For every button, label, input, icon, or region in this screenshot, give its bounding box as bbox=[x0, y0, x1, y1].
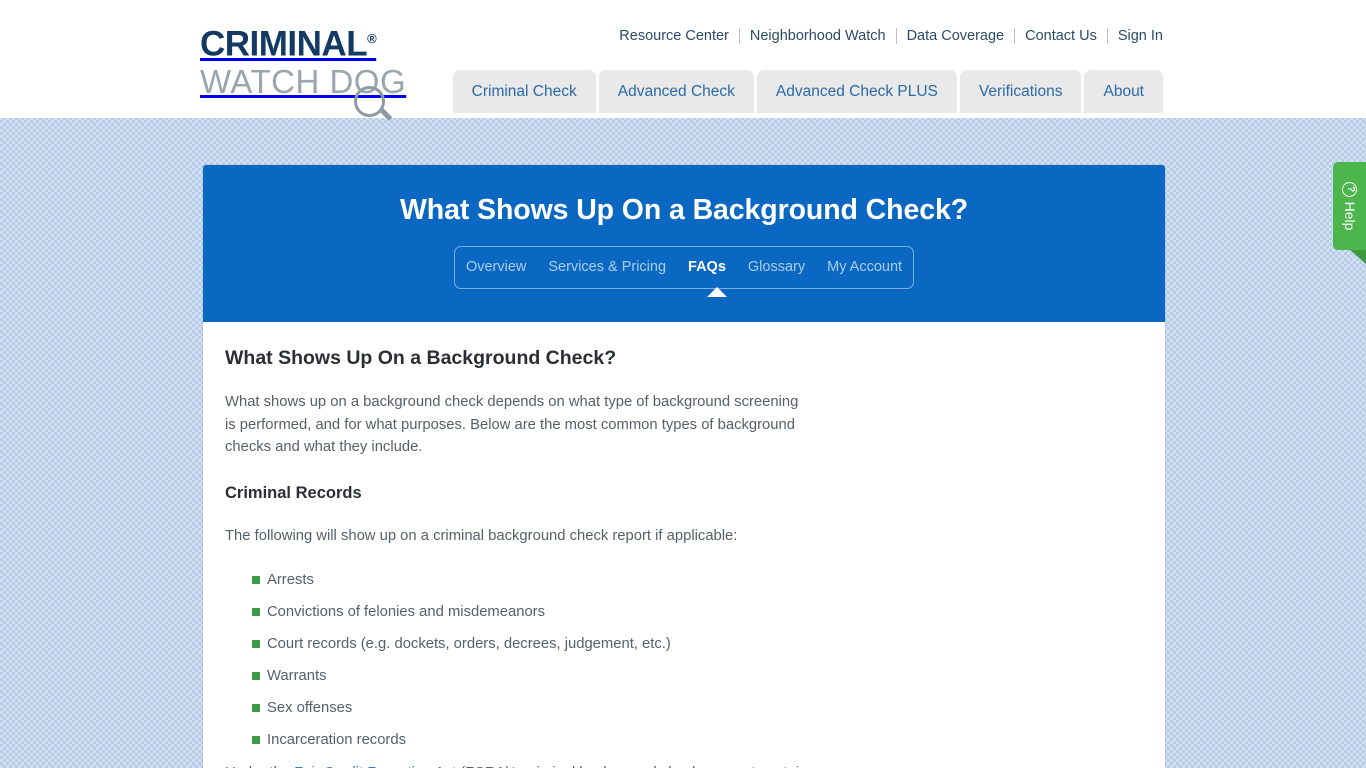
logo-text-secondary: WATCH DOG bbox=[200, 62, 407, 100]
criminal-records-list: Arrests Convictions of felonies and misd… bbox=[225, 570, 1165, 750]
nav-tab-verifications[interactable]: Verifications bbox=[959, 70, 1082, 113]
nav-tab-advanced-check[interactable]: Advanced Check bbox=[598, 70, 754, 113]
article-heading: What Shows Up On a Background Check? bbox=[225, 347, 617, 369]
square-bullet-icon bbox=[252, 608, 260, 616]
list-item-label: Court records (e.g. dockets, orders, dec… bbox=[267, 636, 671, 652]
subnav-item-overview[interactable]: Overview bbox=[455, 247, 537, 288]
magnifying-glass-icon bbox=[354, 86, 385, 117]
list-item: Incarceration records bbox=[225, 730, 1165, 750]
content-panel: What Shows Up On a Background Check? Ove… bbox=[203, 165, 1165, 768]
nav-tab-about[interactable]: About bbox=[1084, 70, 1163, 113]
help-tab-fold-corner bbox=[1350, 250, 1366, 264]
subnav-item-glossary[interactable]: Glossary bbox=[737, 247, 816, 288]
nav-tab-criminal-check[interactable]: Criminal Check bbox=[452, 70, 596, 113]
help-tab-label: Help bbox=[1342, 201, 1358, 231]
article: What Shows Up On a Background Check? Wha… bbox=[203, 322, 1165, 768]
list-item: Convictions of felonies and misdemeanors bbox=[225, 602, 1165, 622]
square-bullet-icon bbox=[252, 576, 260, 584]
square-bullet-icon bbox=[252, 736, 260, 744]
list-item-label: Sex offenses bbox=[267, 700, 353, 716]
list-item-label: Warrants bbox=[267, 668, 327, 684]
registered-trademark-icon: ® bbox=[367, 31, 377, 46]
site-header: CRIMINAL® WATCH DOG Resource Center Neig… bbox=[0, 0, 1366, 118]
logo-text-primary: CRIMINAL® bbox=[200, 20, 430, 64]
utility-link-contact-us[interactable]: Contact Us bbox=[1015, 26, 1107, 46]
subnav-item-my-account[interactable]: My Account bbox=[816, 247, 913, 288]
list-item: Sex offenses bbox=[225, 698, 1165, 718]
main-nav: Criminal Check Advanced Check Advanced C… bbox=[452, 70, 1163, 113]
question-circle-icon: ? bbox=[1342, 181, 1357, 197]
utility-link-neighborhood-watch[interactable]: Neighborhood Watch bbox=[740, 26, 896, 46]
list-item: Arrests bbox=[225, 570, 1165, 590]
list-item: Court records (e.g. dockets, orders, dec… bbox=[225, 634, 1165, 654]
subnav-active-pointer-icon bbox=[707, 287, 727, 297]
section-intro-paragraph: The following will show up on a criminal… bbox=[225, 527, 738, 544]
list-item-label: Arrests bbox=[267, 572, 314, 588]
section-heading-criminal-records: Criminal Records bbox=[225, 483, 362, 502]
subnav-item-services-pricing[interactable]: Services & Pricing bbox=[537, 247, 677, 288]
subnav-item-faqs[interactable]: FAQs bbox=[677, 247, 737, 288]
fcra-paragraph: Under the Fair Credit Reporting Act (FCR… bbox=[225, 762, 813, 768]
nav-tab-advanced-check-plus[interactable]: Advanced Check PLUS bbox=[756, 70, 957, 113]
page-body: What Shows Up On a Background Check? Ove… bbox=[0, 118, 1366, 768]
banner-title: What Shows Up On a Background Check? bbox=[399, 194, 969, 226]
help-tab-button[interactable]: Help ? bbox=[1333, 162, 1366, 250]
square-bullet-icon bbox=[252, 672, 260, 680]
square-bullet-icon bbox=[252, 640, 260, 648]
utility-nav: Resource Center Neighborhood Watch Data … bbox=[619, 26, 1163, 46]
site-logo[interactable]: CRIMINAL® WATCH DOG bbox=[200, 20, 430, 117]
utility-link-sign-in[interactable]: Sign In bbox=[1108, 26, 1163, 46]
list-item-label: Convictions of felonies and misdemeanors bbox=[267, 604, 545, 620]
article-intro-paragraph: What shows up on a background check depe… bbox=[225, 394, 799, 455]
square-bullet-icon bbox=[252, 704, 260, 712]
utility-link-resource-center[interactable]: Resource Center bbox=[619, 26, 739, 46]
list-item-label: Incarceration records bbox=[267, 732, 406, 748]
page-banner: What Shows Up On a Background Check? Ove… bbox=[203, 165, 1165, 322]
utility-link-data-coverage[interactable]: Data Coverage bbox=[897, 26, 1015, 46]
list-item: Warrants bbox=[225, 666, 1165, 686]
help-tab-inner: Help ? bbox=[1333, 162, 1366, 250]
section-subnav: Overview Services & Pricing FAQs Glossar… bbox=[454, 246, 914, 297]
logo-word-criminal: CRIMINAL bbox=[200, 24, 368, 64]
